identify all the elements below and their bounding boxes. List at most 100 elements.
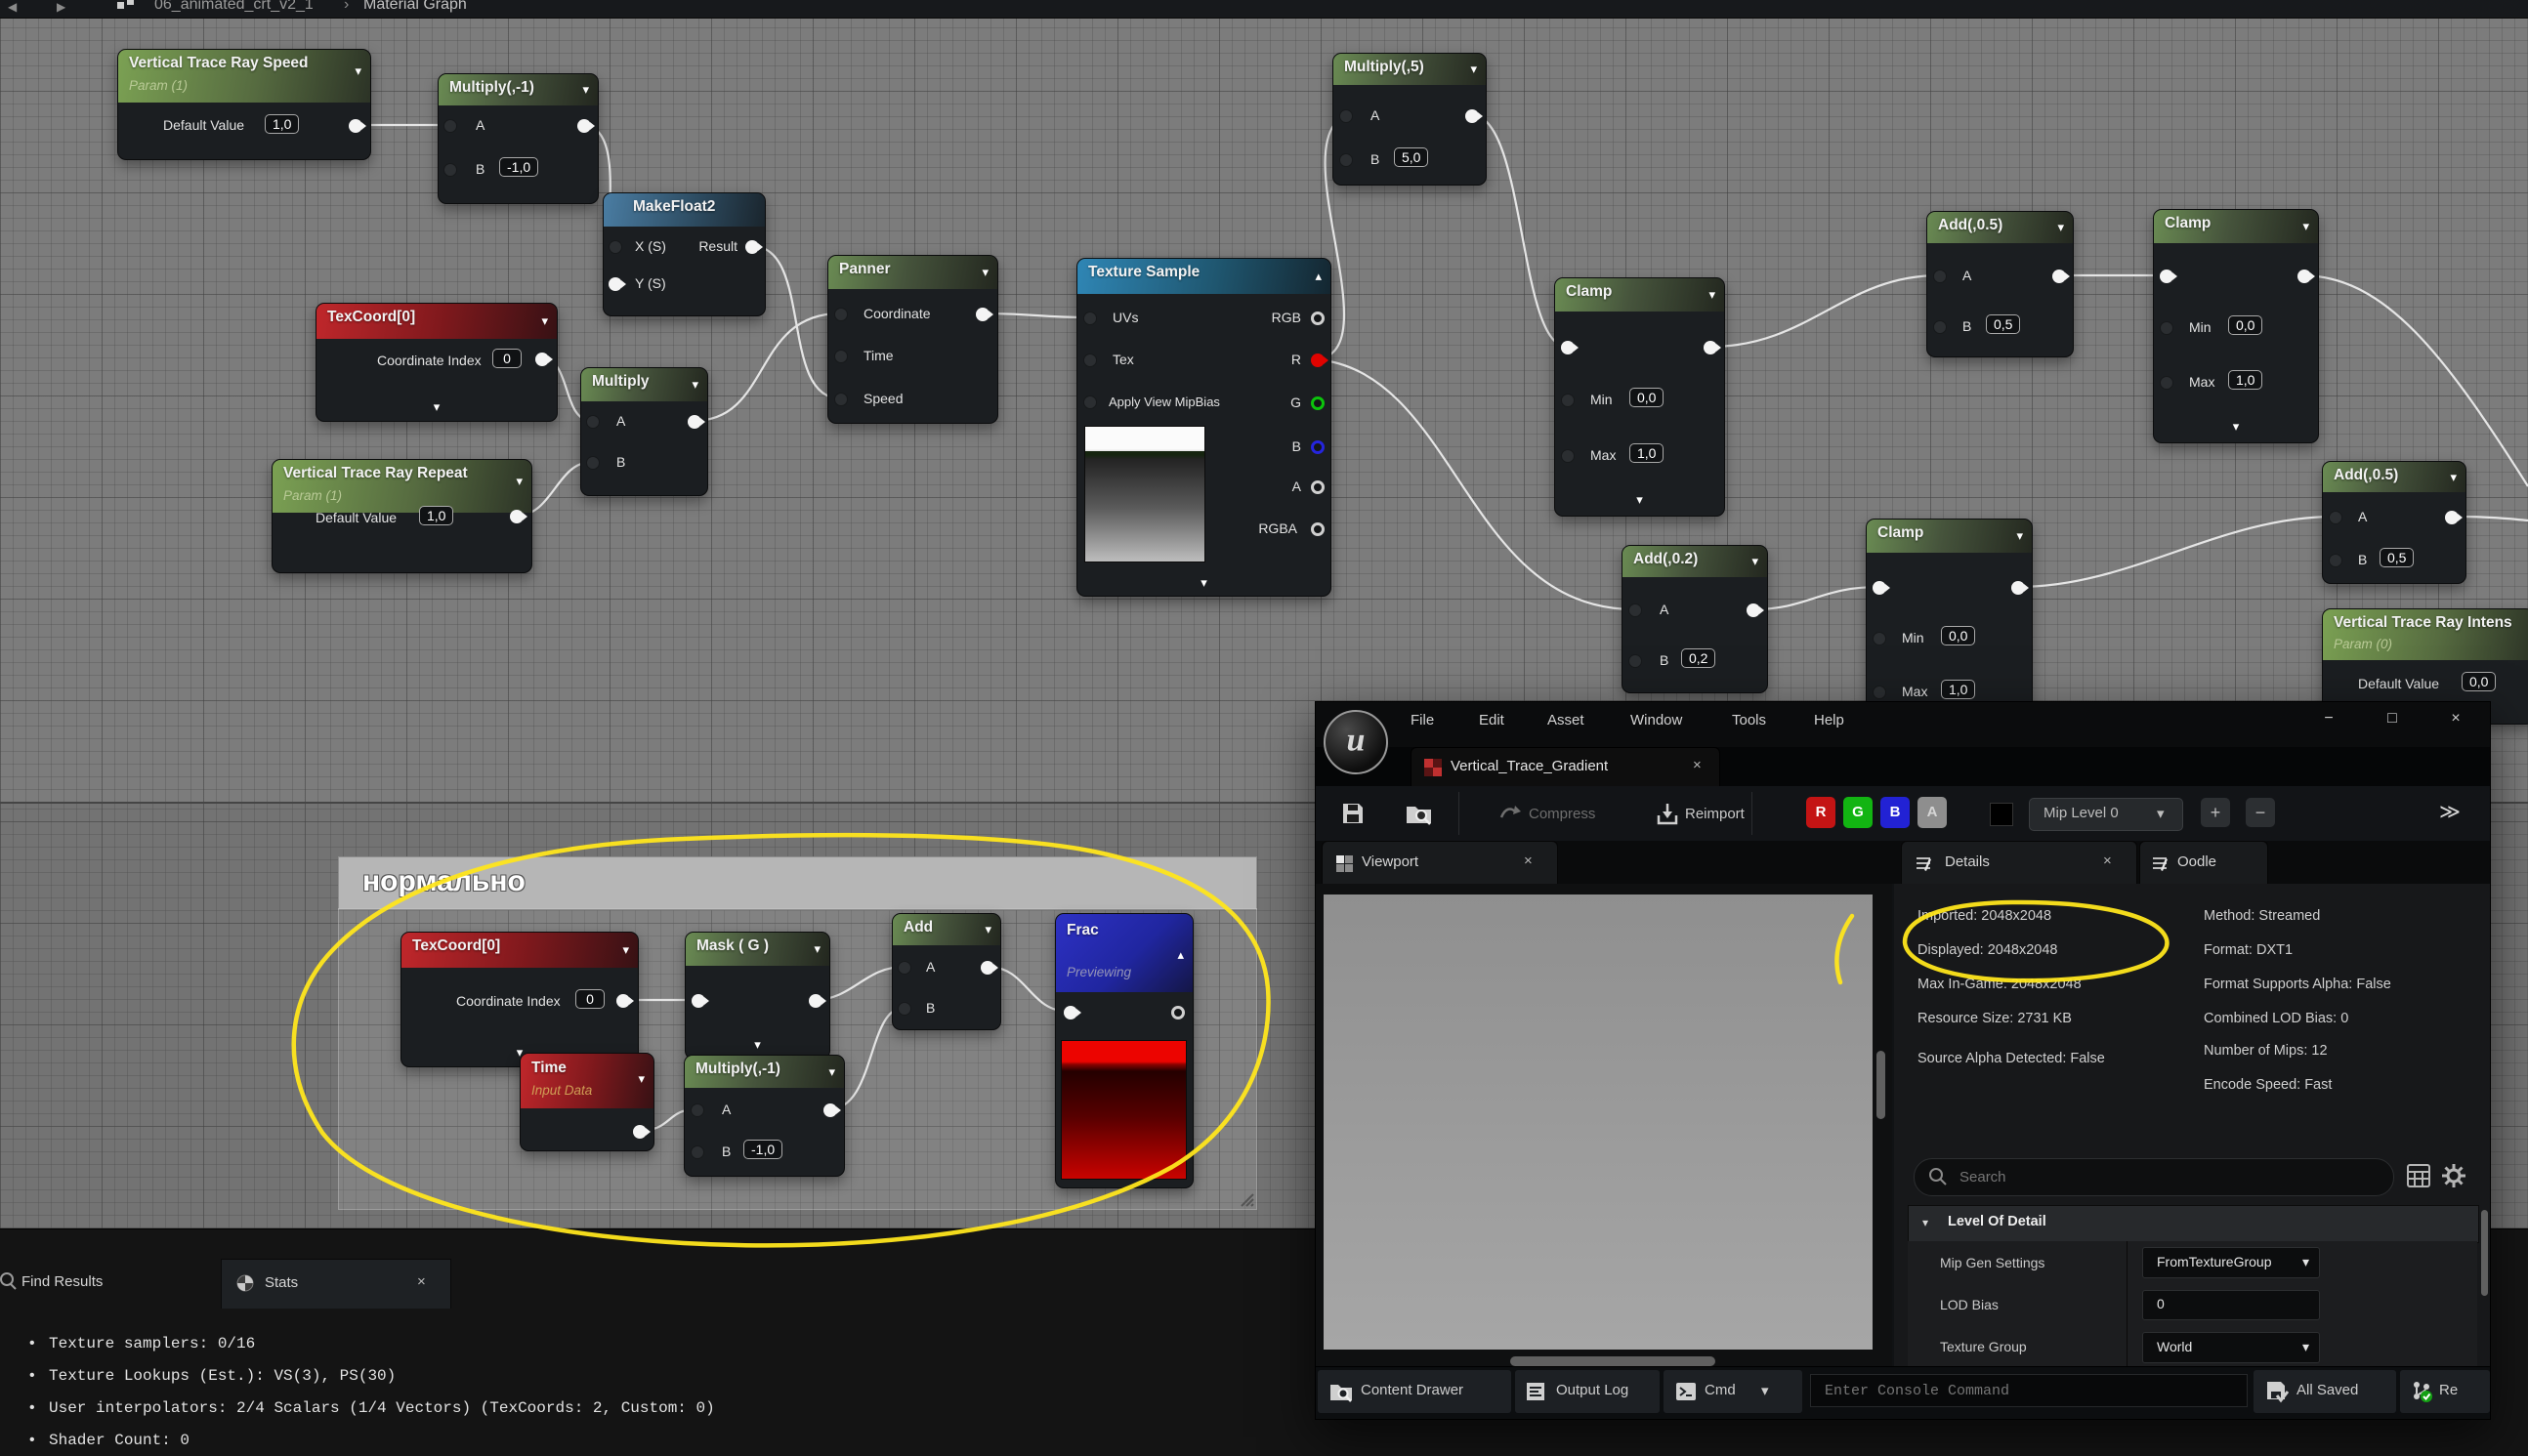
input-pin-b[interactable] (1339, 153, 1353, 167)
node-texcoord-comment[interactable]: TexCoord[0] ▾ Coordinate Index 0 ▾ (400, 932, 639, 1067)
output-pin[interactable] (823, 1103, 837, 1117)
section-collapse-icon[interactable]: ▾ (1922, 1216, 1928, 1229)
menu-window[interactable]: Window (1630, 712, 1682, 728)
node-multiply-5[interactable]: Multiply(,5) ▾ A B 5,0 (1332, 53, 1487, 186)
input-pin-time[interactable] (834, 350, 848, 363)
revision-control-button[interactable]: Re (2400, 1370, 2490, 1413)
output-pin[interactable] (2297, 270, 2311, 283)
input-pin-speed[interactable] (834, 393, 848, 406)
tab-stats[interactable]: Stats × (221, 1259, 451, 1309)
compress-button[interactable]: Compress (1529, 806, 1595, 822)
input-pin[interactable] (1064, 1006, 1077, 1019)
viewport-vertical-scrollbar[interactable] (1876, 1051, 1885, 1119)
input-pin[interactable] (1561, 341, 1575, 354)
chevron-down-icon[interactable]: ▾ (2016, 528, 2023, 544)
texture-group-dropdown[interactable]: World ▾ (2142, 1332, 2320, 1363)
chevron-down-icon[interactable]: ▾ (985, 922, 991, 937)
input-pin-tex[interactable] (1083, 354, 1097, 367)
reimport-button[interactable]: Reimport (1685, 806, 1745, 822)
channel-b-button[interactable]: B (1880, 797, 1910, 828)
node-add-05-right[interactable]: Add(,0.5) ▾ A B 0,5 (2322, 461, 2466, 584)
viewport-horizontal-scrollbar[interactable] (1510, 1356, 1715, 1366)
details-search[interactable] (1914, 1158, 2394, 1196)
reimport-icon[interactable] (1656, 802, 1679, 825)
expand-chevron-icon[interactable]: ▾ (434, 399, 441, 415)
cmd-button[interactable]: Cmd ▾ (1664, 1370, 1802, 1413)
search-input[interactable] (1958, 1163, 2372, 1190)
output-pin[interactable] (976, 308, 990, 321)
chevron-down-icon[interactable]: ▾ (1470, 62, 1477, 77)
node-texcoord[interactable]: TexCoord[0] ▾ Coordinate Index 0 ▾ (316, 303, 558, 422)
input-pin-b[interactable] (691, 1145, 704, 1159)
display-filter-icon[interactable] (2406, 1163, 2431, 1188)
input-pin-b[interactable] (586, 456, 600, 470)
output-pin[interactable] (745, 240, 759, 254)
details-scrollbar[interactable] (2481, 1210, 2488, 1296)
menu-tools[interactable]: Tools (1732, 712, 1766, 728)
input-pin-a[interactable] (1628, 603, 1642, 617)
all-saved-button[interactable]: All Saved (2254, 1370, 2396, 1413)
content-drawer-button[interactable]: Content Drawer (1318, 1370, 1511, 1413)
value-box[interactable]: 0,5 (2380, 548, 2414, 567)
comment-node-header[interactable]: нормально (338, 856, 1257, 910)
node-vertical-trace-ray-speed[interactable]: Vertical Trace Ray Speed Param (1) ▾ Def… (117, 49, 371, 160)
mip-gen-settings-dropdown[interactable]: FromTextureGroup ▾ (2142, 1247, 2320, 1278)
input-pin-uvs[interactable] (1083, 312, 1097, 325)
output-pin-rgba[interactable] (1311, 522, 1325, 536)
mip-minus-button[interactable]: − (2246, 798, 2275, 827)
output-pin-rgb[interactable] (1311, 312, 1325, 325)
chevron-down-icon[interactable]: ▾ (2057, 220, 2064, 235)
output-pin-a[interactable] (1311, 480, 1325, 494)
output-pin[interactable] (510, 510, 524, 523)
input-pin-max[interactable] (2160, 376, 2173, 390)
output-pin[interactable] (535, 353, 549, 366)
chevron-down-icon[interactable]: ▾ (638, 1071, 645, 1087)
output-pin[interactable] (2052, 270, 2066, 283)
input-pin-min[interactable] (1561, 394, 1575, 407)
chevron-down-icon[interactable]: ▾ (1751, 554, 1758, 569)
node-panner[interactable]: Panner ▾ Coordinate Time Speed (827, 255, 998, 424)
output-pin[interactable] (2445, 511, 2459, 524)
forward-arrow-icon[interactable]: ▶ (57, 0, 65, 19)
chevron-down-icon[interactable]: ▾ (541, 313, 548, 329)
value-box[interactable]: 5,0 (1394, 147, 1428, 167)
output-pin[interactable] (349, 119, 362, 133)
chevron-down-icon[interactable]: ▾ (582, 82, 589, 98)
background-color-swatch[interactable] (1990, 803, 2013, 826)
chevron-down-icon[interactable]: ▾ (516, 474, 523, 489)
input-pin-a[interactable] (443, 119, 457, 133)
node-clamp-1[interactable]: Clamp ▾ Min 0,0 Max 1,0 ▾ (1554, 277, 1725, 517)
tab-oodle[interactable]: Oodle (2139, 841, 2268, 885)
tab-details[interactable]: Details × (1901, 841, 2137, 885)
tab-find-results[interactable]: Find Results (21, 1273, 103, 1290)
node-makefloat2[interactable]: MakeFloat2 X (S) Result Y (S) (603, 192, 766, 316)
chevron-down-icon[interactable]: ▾ (2302, 219, 2309, 234)
menu-file[interactable]: File (1411, 712, 1434, 728)
input-pin-b[interactable] (2329, 554, 2342, 567)
menu-help[interactable]: Help (1814, 712, 1844, 728)
value-box[interactable]: 1,0 (419, 506, 453, 525)
expand-chevron-icon[interactable]: ▾ (754, 1037, 761, 1053)
close-icon[interactable]: × (2103, 853, 2112, 869)
chevron-down-icon[interactable]: ▾ (982, 265, 989, 280)
lod-bias-input[interactable]: 0 (2142, 1290, 2320, 1320)
node-multiply-neg1-comment[interactable]: Multiply(,-1) ▾ A B -1,0 (684, 1055, 845, 1177)
chevron-down-icon[interactable]: ▾ (355, 63, 361, 79)
output-pin[interactable] (616, 994, 630, 1008)
input-pin-a[interactable] (691, 1103, 704, 1117)
value-box[interactable]: 0,0 (1629, 388, 1664, 407)
section-level-of-detail[interactable]: ▾ Level Of Detail (1908, 1205, 2479, 1243)
menu-asset[interactable]: Asset (1547, 712, 1584, 728)
input-pin-y[interactable] (609, 277, 622, 291)
chevron-down-icon[interactable]: ▾ (622, 942, 629, 958)
asset-tab[interactable]: Vertical_Trace_Gradient × (1411, 747, 1720, 787)
output-pin[interactable] (1747, 603, 1760, 617)
input-pin-b[interactable] (443, 163, 457, 177)
value-box[interactable]: 0 (492, 349, 522, 368)
value-box[interactable]: 1,0 (1941, 680, 1975, 699)
input-pin-a[interactable] (2329, 511, 2342, 524)
value-box[interactable]: -1,0 (743, 1140, 782, 1159)
input-pin-a[interactable] (898, 961, 911, 975)
node-mask-g[interactable]: Mask ( G ) ▾ ▾ (685, 932, 830, 1060)
property-column-divider[interactable] (2127, 1241, 2128, 1368)
